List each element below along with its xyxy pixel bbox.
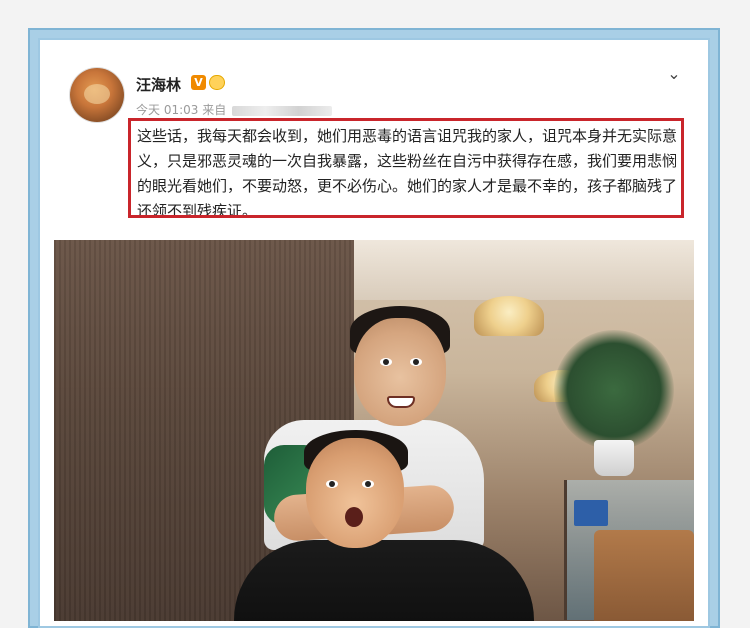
blurred-source bbox=[232, 105, 333, 116]
weibo-post-card: 汪海林 V ⌄ 今天 01:03 来自 这些话，我每天都会收到，她们用恶毒的语言… bbox=[44, 44, 704, 621]
photo-pot bbox=[594, 440, 634, 476]
vip-badge-icon bbox=[209, 75, 225, 90]
verified-badge-icon: V bbox=[191, 75, 206, 90]
photo-lamp bbox=[474, 296, 544, 336]
post-photo[interactable] bbox=[54, 240, 694, 621]
photo-ceiling bbox=[354, 240, 694, 300]
source-prefix: 来自 bbox=[202, 103, 227, 117]
photo-person-bottom-face bbox=[306, 438, 404, 548]
photo-chair bbox=[594, 530, 694, 621]
photo-plant bbox=[554, 330, 674, 450]
highlighted-post-text-box: 这些话，我每天都会收到，她们用恶毒的语言诅咒我的家人，诅咒本身并无实际意义，只是… bbox=[128, 118, 684, 218]
photo-mouth bbox=[345, 507, 363, 527]
chevron-down-icon[interactable]: ⌄ bbox=[666, 66, 682, 82]
photo-eye bbox=[362, 480, 374, 488]
photo-person-top-face bbox=[354, 318, 446, 426]
post-time: 今天 01:03 bbox=[136, 103, 199, 117]
avatar[interactable] bbox=[70, 68, 124, 122]
photo-blue-sign bbox=[574, 500, 608, 526]
photo-person-bottom-body bbox=[234, 540, 534, 621]
photo-eye bbox=[410, 358, 422, 366]
photo-eye bbox=[326, 480, 338, 488]
photo-teeth bbox=[387, 396, 415, 408]
post-meta: 今天 01:03 来自 bbox=[136, 101, 333, 118]
photo-eye bbox=[380, 358, 392, 366]
post-content: 这些话，我每天都会收到，她们用恶毒的语言诅咒我的家人，诅咒本身并无实际意义，只是… bbox=[137, 127, 678, 218]
author-name[interactable]: 汪海林 bbox=[136, 74, 181, 95]
